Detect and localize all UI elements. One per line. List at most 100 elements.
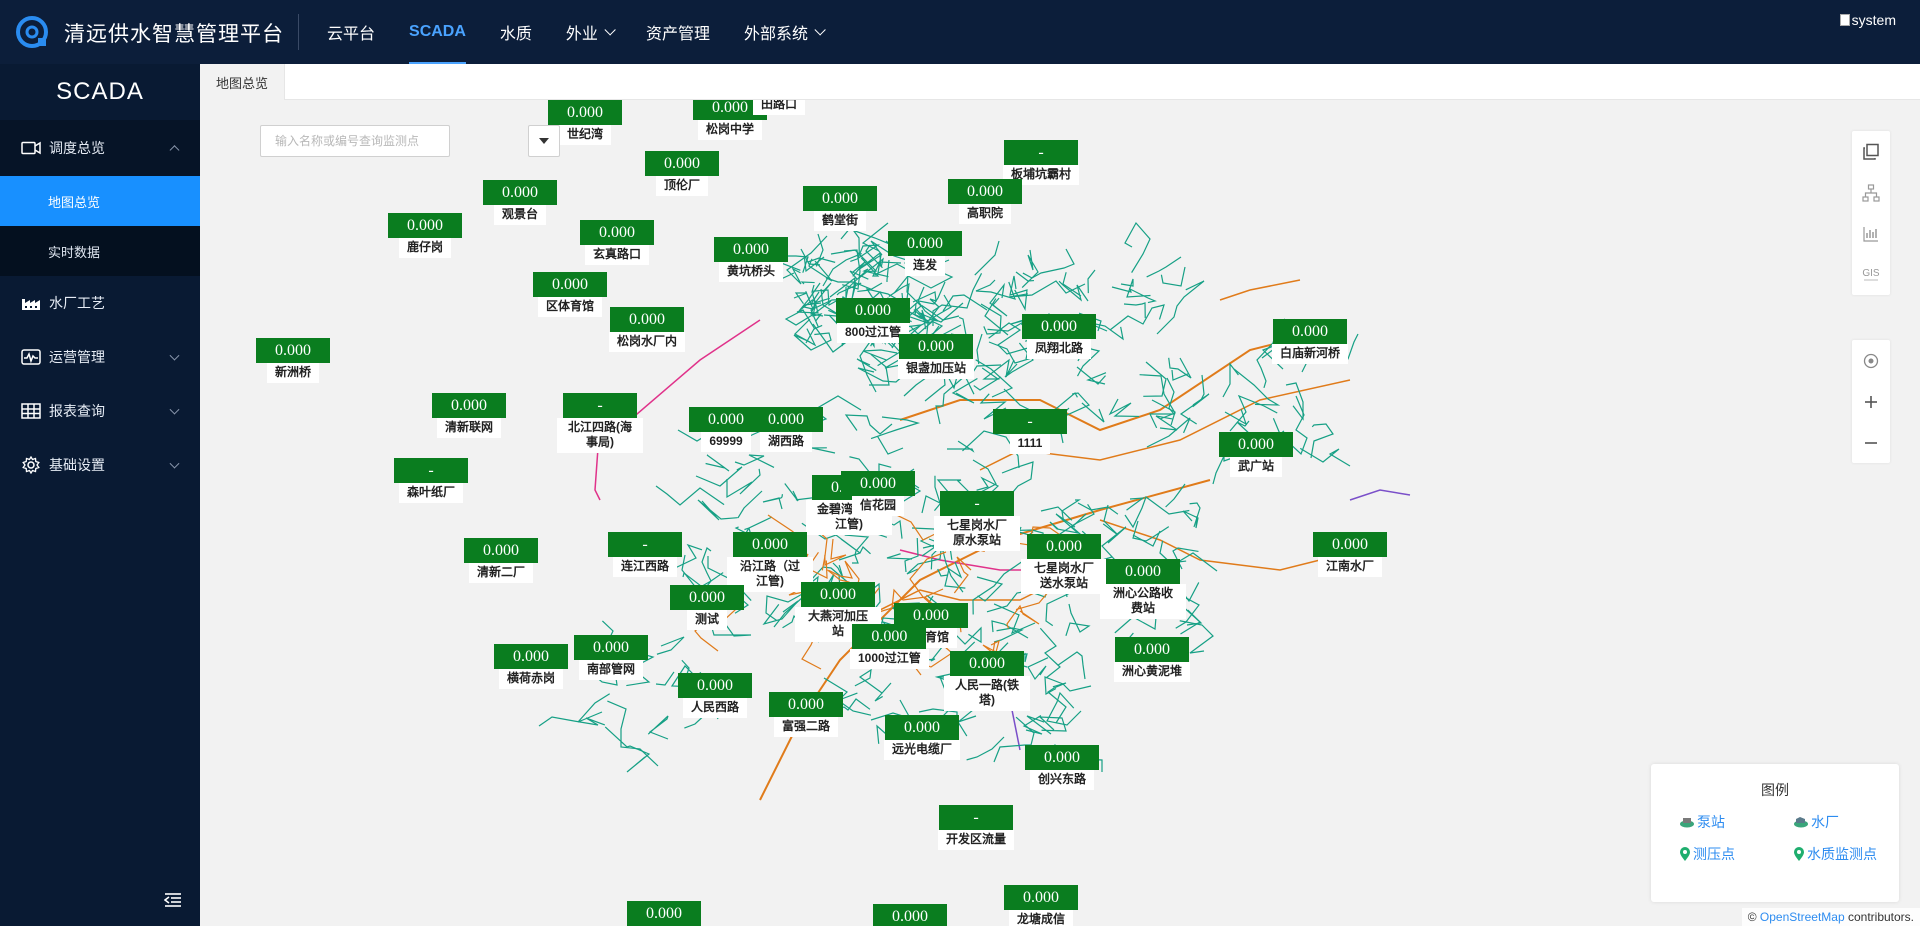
station-marker[interactable]: 0.000 银盏加压站: [898, 334, 975, 379]
station-marker[interactable]: 0.000 黄坑桥头: [714, 237, 788, 282]
sidebar-item-settings[interactable]: 基础设置: [0, 438, 200, 492]
station-label: 洲心公路收费站: [1100, 584, 1186, 619]
station-label: 森叶纸厂: [398, 483, 463, 503]
network-tree-icon[interactable]: [1852, 172, 1890, 213]
tab-map-overview[interactable]: 地图总览: [200, 64, 286, 100]
station-marker[interactable]: 0.000 南部管网: [574, 635, 648, 680]
chart-bars-icon[interactable]: [1852, 213, 1890, 254]
station-label: 七星岗水厂原水泵站: [934, 516, 1020, 551]
station-marker[interactable]: 0.000 龙塘成信: [1004, 885, 1078, 926]
pipe-line: [1077, 502, 1119, 515]
station-marker[interactable]: 0.000: [627, 901, 701, 926]
sidebar-item-dispatch-overview[interactable]: 调度总览: [0, 120, 200, 176]
station-marker[interactable]: 0.000 凤翔北路: [1022, 314, 1096, 359]
attribution-suffix: contributors.: [1847, 910, 1914, 924]
station-value: 0.000: [670, 585, 744, 610]
legend-label: 水质监测点: [1807, 846, 1877, 862]
station-marker[interactable]: 0.000 区体育馆: [533, 272, 607, 317]
station-marker[interactable]: 0.000 武广站: [1219, 432, 1293, 477]
user-menu[interactable]: system: [1839, 12, 1896, 28]
station-marker[interactable]: 0.000 横荷赤岗: [494, 644, 568, 689]
pipe-line: [1109, 304, 1165, 331]
station-marker[interactable]: - 北江四路(海事局): [557, 393, 643, 453]
station-marker[interactable]: 0.000 清新二厂: [464, 538, 538, 583]
sidebar-item-operations[interactable]: 运营管理: [0, 330, 200, 384]
pipe-line: [824, 538, 847, 566]
station-marker[interactable]: 0.000 信花园: [841, 471, 915, 516]
zoom-in-icon[interactable]: [1852, 381, 1890, 422]
station-marker[interactable]: 0.000 鹤堂街: [803, 186, 877, 231]
pipe-line: [886, 553, 913, 560]
sidebar: SCADA 调度总览 地图总览 实时数据 水厂工艺 运营管理 报表查询 基础设置: [0, 64, 200, 926]
nav-external-systems[interactable]: 外部系统: [727, 0, 839, 64]
table-icon: [20, 402, 42, 420]
locate-icon[interactable]: [1852, 340, 1890, 381]
station-marker[interactable]: 0.000 1000过江管: [850, 624, 929, 669]
station-marker[interactable]: 0.000 七星岗水厂送水泵站: [1021, 534, 1107, 594]
openstreetmap-link[interactable]: OpenStreetMap: [1760, 910, 1845, 924]
station-marker[interactable]: 0.000 洲心公路收费站: [1100, 559, 1186, 619]
nav-cloud-platform[interactable]: 云平台: [310, 0, 392, 64]
pipe-line: [1222, 362, 1239, 398]
nav-asset-management[interactable]: 资产管理: [629, 0, 727, 64]
station-marker[interactable]: - 森叶纸厂: [394, 458, 468, 503]
station-value: 0.000: [948, 179, 1022, 204]
station-marker[interactable]: 0.000 连发: [888, 231, 962, 276]
pipe-line: [726, 468, 761, 499]
station-marker[interactable]: 田路口: [753, 100, 806, 115]
station-value: 0.000: [483, 180, 557, 205]
station-marker[interactable]: - 连江西路: [608, 532, 682, 577]
station-marker[interactable]: 0.000 人民西路: [678, 673, 752, 718]
station-search-input[interactable]: [260, 125, 450, 157]
map-view[interactable]: 0.000 世纪湾 0.000 松岗中学 田路口 0.000 顶伦厂 - 板埔坑霸村 0.000 观…: [200, 100, 1920, 926]
station-marker[interactable]: 0.000: [873, 904, 947, 926]
collapse-sidebar-icon[interactable]: [164, 892, 182, 908]
station-marker[interactable]: 0.000 松岗水厂内: [609, 307, 686, 352]
station-marker[interactable]: 0.000 顶伦厂: [645, 151, 719, 196]
station-marker[interactable]: 0.000 清新联网: [432, 393, 506, 438]
station-marker[interactable]: 0.000 江南水厂: [1313, 532, 1387, 577]
top-header: 清远供水智慧管理平台 云平台 SCADA 水质 外业 资产管理 外部系统 sys…: [0, 0, 1920, 64]
station-marker[interactable]: 0.000 富强二路: [769, 692, 843, 737]
pipe-line: [1015, 271, 1034, 282]
station-value: 0.000: [1106, 559, 1180, 584]
station-marker[interactable]: 0.000 观景台: [483, 180, 557, 225]
station-marker[interactable]: 0.000 玄真路口: [580, 220, 654, 265]
zoom-out-icon[interactable]: [1852, 422, 1890, 463]
pipe-line: [808, 258, 833, 282]
station-marker[interactable]: 0.000 高职院: [948, 179, 1022, 224]
nav-label: 外部系统: [743, 26, 808, 43]
station-marker[interactable]: - 七星岗水厂原水泵站: [934, 491, 1020, 551]
station-marker[interactable]: 0.000 鹿仔岗: [388, 213, 462, 258]
station-marker[interactable]: 0.000 新洲桥: [256, 338, 330, 383]
pipe-line: [1046, 691, 1082, 726]
station-marker[interactable]: 0.000 湖西路: [749, 407, 823, 452]
station-marker[interactable]: 0.000 远光电缆厂: [884, 715, 961, 760]
sidebar-subitem-realtime-data[interactable]: 实时数据: [0, 226, 200, 276]
search-dropdown-button[interactable]: [528, 125, 560, 157]
pipe-line: [577, 693, 611, 723]
sidebar-subitem-map-overview[interactable]: 地图总览: [0, 176, 200, 226]
station-marker[interactable]: 0.000 创兴东路: [1025, 745, 1099, 790]
station-marker[interactable]: 0.000 白庙新河桥: [1272, 319, 1349, 364]
station-value: 0.000: [888, 231, 962, 256]
station-label: 田路口: [753, 100, 806, 115]
nav-water-quality[interactable]: 水质: [483, 0, 549, 64]
nav-scada[interactable]: SCADA: [392, 0, 483, 64]
nav-field-work[interactable]: 外业: [549, 0, 629, 64]
sidebar-item-plant-process[interactable]: 水厂工艺: [0, 276, 200, 330]
sidebar-item-reports[interactable]: 报表查询: [0, 384, 200, 438]
pipe-line: [870, 416, 921, 440]
station-marker[interactable]: 0.000 人民一路(铁塔): [944, 651, 1030, 711]
layers-copy-icon[interactable]: [1852, 131, 1890, 172]
pipe-line: [800, 281, 815, 285]
station-marker[interactable]: 0.000 测试: [670, 585, 744, 630]
station-marker[interactable]: - 开发区流量: [938, 805, 1015, 850]
platform-logo-icon: [16, 16, 48, 48]
pressure-pin-icon: [1680, 847, 1690, 861]
station-marker[interactable]: -1111: [993, 409, 1067, 454]
station-label: 横荷赤岗: [498, 669, 563, 689]
pipe-line: [921, 309, 927, 330]
gis-icon[interactable]: GIS: [1852, 254, 1890, 295]
station-marker[interactable]: 0.000 洲心黄泥堆: [1114, 637, 1191, 682]
